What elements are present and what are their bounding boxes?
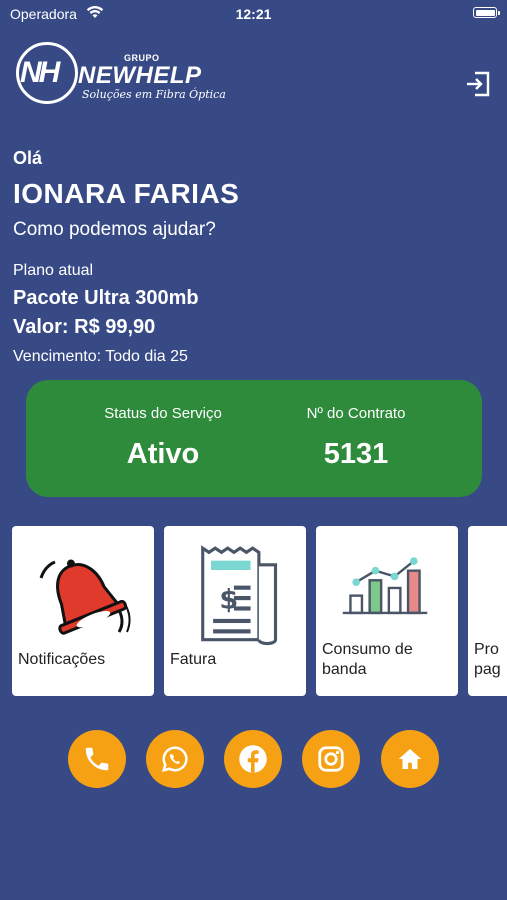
contract-number-label: Nº do Contrato [306,405,406,422]
facebook-button[interactable] [224,730,282,788]
status-bar: Operadora 12:21 [0,0,507,28]
clock: 12:21 [235,6,272,22]
menu-card-notifications[interactable]: Notificações [12,526,154,696]
home-icon [398,749,422,769]
menu-card-label: Fatura [170,651,217,668]
menu-card-label: Consumo de banda [322,641,413,678]
menu-carousel[interactable]: Notificações $ Fatura Consumo de banda P… [0,526,507,696]
service-status: Status do Serviço Ativo [66,380,260,497]
invoice-icon: $ [201,545,278,646]
contract-number-value: 5131 [323,438,389,470]
battery-icon [473,7,500,18]
logout-icon[interactable] [464,70,492,98]
menu-card-label: Pro pag [474,641,501,678]
menu-card-label: Notificações [18,651,106,668]
logo-monogram: NH [20,56,60,89]
plan-due-date: Vencimento: Todo dia 25 [13,348,188,365]
menu-card-bandwidth[interactable]: Consumo de banda [316,526,458,696]
phone-button[interactable] [68,730,126,788]
instagram-button[interactable] [302,730,360,788]
brand-logo: NH GRUPO NEWHELP Soluções em Fibra Óptic… [16,42,236,108]
bell-icon [39,559,131,635]
menu-card-payment[interactable]: Pro pag [468,526,507,696]
whatsapp-button[interactable] [146,730,204,788]
facebook-icon [239,745,267,773]
plan-label: Plano atual [13,262,94,279]
greeting-hello: Olá [13,148,43,168]
greeting-subtitle: Como podemos ajudar? [13,219,216,240]
service-status-card: Status do Serviço Ativo Nº do Contrato 5… [26,380,482,497]
whatsapp-icon [161,746,188,773]
logo-name: NEWHELP [78,62,202,89]
bar-chart-icon [342,557,428,615]
user-name: IONARA FARIAS [13,178,240,209]
logo-tagline: Soluções em Fibra Óptica [82,88,226,101]
service-status-label: Status do Serviço [104,405,222,422]
menu-card-invoice[interactable]: $ Fatura [164,526,306,696]
contract-number: Nº do Contrato 5131 [270,380,442,497]
service-status-value: Ativo [126,438,200,470]
instagram-icon [318,746,344,772]
plan-value: Valor: R$ 99,90 [13,316,156,338]
plan-name: Pacote Ultra 300mb [13,287,199,309]
phone-icon [85,747,109,771]
home-button[interactable] [381,730,439,788]
